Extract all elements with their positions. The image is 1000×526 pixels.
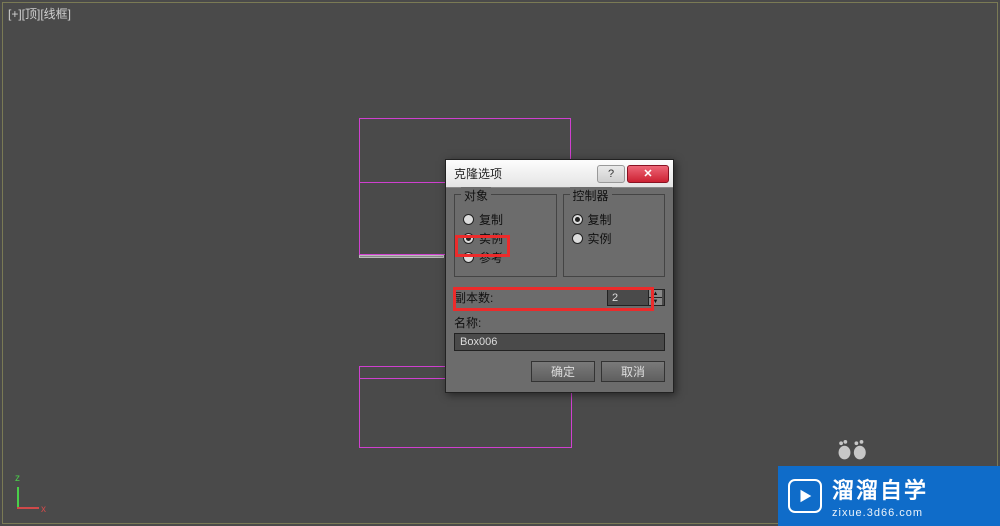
dialog-titlebar[interactable]: 克隆选项 ? ✕: [446, 160, 673, 188]
radio-icon: [463, 252, 474, 263]
spinner-up-icon[interactable]: ▲: [649, 290, 662, 298]
axis-y-label: z: [15, 473, 20, 484]
radio-label: 参考: [479, 249, 503, 266]
copies-row: 副本数: ▲ ▼: [454, 289, 665, 306]
cancel-button[interactable]: 取消: [601, 361, 665, 382]
controller-group-legend: 控制器: [570, 187, 612, 204]
dialog-body: 对象 复制 实例 参考 控制器 复制: [446, 188, 673, 392]
viewport-label[interactable]: [+][顶][线框]: [8, 5, 71, 22]
clone-options-dialog: 克隆选项 ? ✕ 对象 复制 实例 参考 控制器: [445, 159, 674, 393]
dialog-title: 克隆选项: [454, 165, 595, 182]
radio-label: 复制: [588, 211, 612, 228]
watermark-brand: 溜溜自学: [832, 473, 928, 505]
radio-label: 实例: [588, 230, 612, 247]
footprint-icon: [836, 439, 870, 464]
radio-reference[interactable]: 参考: [463, 249, 548, 266]
radio-icon: [572, 214, 583, 225]
copies-label: 副本数:: [454, 289, 607, 306]
close-button[interactable]: ✕: [627, 165, 669, 183]
name-row: 名称:: [454, 314, 665, 351]
scene-object[interactable]: [359, 255, 444, 258]
radio-ctrl-instance[interactable]: 实例: [572, 230, 657, 247]
copies-spinner[interactable]: ▲ ▼: [607, 289, 665, 306]
radio-icon: [463, 214, 474, 225]
spinner-down-icon[interactable]: ▼: [649, 298, 662, 305]
axis-gizmo: z x: [15, 481, 45, 511]
radio-ctrl-copy[interactable]: 复制: [572, 211, 657, 228]
radio-label: 复制: [479, 211, 503, 228]
radio-icon: [463, 233, 474, 244]
radio-icon: [572, 233, 583, 244]
ok-button[interactable]: 确定: [531, 361, 595, 382]
axis-x-label: x: [41, 504, 46, 515]
help-button[interactable]: ?: [597, 165, 625, 183]
watermark-url: zixue.3d66.com: [832, 507, 928, 519]
watermark: 溜溜自学 zixue.3d66.com: [778, 466, 1000, 526]
radio-copy[interactable]: 复制: [463, 211, 548, 228]
object-group-legend: 对象: [461, 187, 491, 204]
radio-instance[interactable]: 实例: [463, 230, 548, 247]
object-group: 对象 复制 实例 参考: [454, 194, 557, 277]
controller-group: 控制器 复制 实例: [563, 194, 666, 277]
name-input[interactable]: [454, 333, 665, 351]
radio-label: 实例: [479, 230, 503, 247]
play-icon: [788, 479, 822, 513]
name-label: 名称:: [454, 314, 665, 331]
copies-input[interactable]: [608, 290, 648, 305]
